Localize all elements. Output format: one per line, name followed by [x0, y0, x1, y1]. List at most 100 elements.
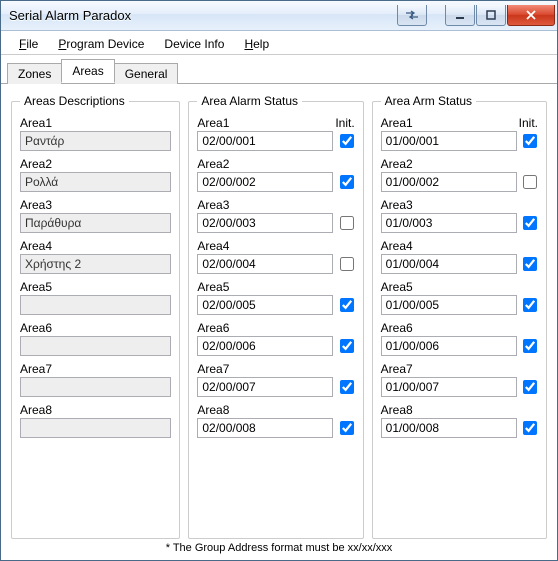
alarm-address-input[interactable] — [197, 131, 333, 151]
maximize-icon — [486, 10, 496, 20]
alarm-row: Area6 — [197, 321, 354, 356]
area-label: Area7 — [197, 362, 354, 376]
area-label: Area6 — [20, 321, 171, 335]
alarm-address-input[interactable] — [197, 377, 333, 397]
minimize-icon — [455, 10, 465, 20]
area-label: Area2 — [381, 157, 538, 171]
arm-row: Area4 — [381, 239, 538, 274]
footnote: * The Group Address format must be xx/xx… — [11, 542, 547, 554]
alarm-row: Area8 — [197, 403, 354, 438]
minimize-button[interactable] — [445, 5, 475, 26]
arm-address-input[interactable] — [381, 377, 517, 397]
alarm-init-checkbox[interactable] — [340, 257, 354, 271]
area-desc-input[interactable] — [20, 295, 171, 315]
arm-init-checkbox[interactable] — [523, 175, 537, 189]
desc-row: Area8 — [20, 403, 171, 438]
menubar: File Program Device Device Info Help — [1, 33, 557, 55]
arm-address-input[interactable] — [381, 254, 517, 274]
area-label: Area5 — [197, 280, 354, 294]
tab-general[interactable]: General — [114, 63, 179, 84]
area-desc-input[interactable] — [20, 213, 171, 233]
area-label: Area1 — [381, 116, 519, 130]
alarm-init-checkbox[interactable] — [340, 175, 354, 189]
alarm-address-input[interactable] — [197, 254, 333, 274]
arm-row: Area3 — [381, 198, 538, 233]
arm-address-input[interactable] — [381, 295, 517, 315]
swap-icon — [405, 10, 419, 20]
tab-zones[interactable]: Zones — [7, 63, 62, 84]
area-desc-input[interactable] — [20, 131, 171, 151]
desc-row: Area4 — [20, 239, 171, 274]
arm-init-checkbox[interactable] — [523, 216, 537, 230]
area-label: Area5 — [381, 280, 538, 294]
init-header: Init. — [519, 116, 538, 130]
menu-device-info[interactable]: Device Info — [154, 35, 234, 53]
arm-init-checkbox[interactable] — [523, 380, 537, 394]
titlebar: Serial Alarm Paradox — [1, 1, 557, 31]
menu-file[interactable]: File — [9, 35, 48, 53]
secondary-button[interactable] — [397, 5, 427, 26]
area-label: Area3 — [381, 198, 538, 212]
arm-row: Area5 — [381, 280, 538, 315]
arm-address-input[interactable] — [381, 172, 517, 192]
maximize-button[interactable] — [476, 5, 506, 26]
desc-row: Area2 — [20, 157, 171, 192]
arm-address-input[interactable] — [381, 131, 517, 151]
group-title: Areas Descriptions — [20, 94, 129, 108]
arm-init-checkbox[interactable] — [523, 339, 537, 353]
alarm-address-input[interactable] — [197, 336, 333, 356]
desc-row: Area1 — [20, 116, 171, 151]
area-label: Area1 — [197, 116, 335, 130]
app-window: Serial Alarm Paradox File Program Device… — [0, 0, 558, 561]
area-desc-input[interactable] — [20, 377, 171, 397]
alarm-init-checkbox[interactable] — [340, 421, 354, 435]
alarm-init-checkbox[interactable] — [340, 216, 354, 230]
alarm-row: Area7 — [197, 362, 354, 397]
tab-areas[interactable]: Areas — [61, 59, 114, 83]
alarm-address-input[interactable] — [197, 418, 333, 438]
arm-init-checkbox[interactable] — [523, 421, 537, 435]
alarm-address-input[interactable] — [197, 295, 333, 315]
arm-row: Area1Init. — [381, 116, 538, 151]
area-label: Area4 — [20, 239, 171, 253]
tabbar: Zones Areas General — [1, 55, 557, 84]
alarm-address-input[interactable] — [197, 172, 333, 192]
menu-help[interactable]: Help — [234, 35, 279, 53]
area-label: Area7 — [381, 362, 538, 376]
area-label: Area3 — [197, 198, 354, 212]
arm-address-input[interactable] — [381, 336, 517, 356]
desc-row: Area7 — [20, 362, 171, 397]
arm-init-checkbox[interactable] — [523, 257, 537, 271]
tab-content: Areas Descriptions Area1 Area2 Area3 Area4 A… — [1, 84, 557, 560]
alarm-init-checkbox[interactable] — [340, 134, 354, 148]
area-label: Area4 — [197, 239, 354, 253]
arm-address-input[interactable] — [381, 213, 517, 233]
alarm-init-checkbox[interactable] — [340, 339, 354, 353]
close-button[interactable] — [507, 5, 555, 26]
area-label: Area4 — [381, 239, 538, 253]
area-desc-input[interactable] — [20, 172, 171, 192]
arm-row: Area7 — [381, 362, 538, 397]
alarm-row: Area4 — [197, 239, 354, 274]
window-title: Serial Alarm Paradox — [9, 8, 397, 23]
alarm-init-checkbox[interactable] — [340, 298, 354, 312]
window-buttons — [445, 5, 555, 26]
area-label: Area6 — [381, 321, 538, 335]
arm-init-checkbox[interactable] — [523, 134, 537, 148]
group-area-arm-status: Area Arm Status Area1Init.Area2Area3Area… — [372, 94, 547, 539]
area-desc-input[interactable] — [20, 254, 171, 274]
area-desc-input[interactable] — [20, 336, 171, 356]
alarm-row: Area1Init. — [197, 116, 354, 151]
desc-row: Area5 — [20, 280, 171, 315]
arm-init-checkbox[interactable] — [523, 298, 537, 312]
area-label: Area2 — [197, 157, 354, 171]
group-title: Area Alarm Status — [197, 94, 302, 108]
area-desc-input[interactable] — [20, 418, 171, 438]
init-header: Init. — [335, 116, 354, 130]
desc-row: Area3 — [20, 198, 171, 233]
area-label: Area8 — [20, 403, 171, 417]
menu-program-device[interactable]: Program Device — [48, 35, 154, 53]
alarm-init-checkbox[interactable] — [340, 380, 354, 394]
arm-address-input[interactable] — [381, 418, 517, 438]
alarm-address-input[interactable] — [197, 213, 333, 233]
